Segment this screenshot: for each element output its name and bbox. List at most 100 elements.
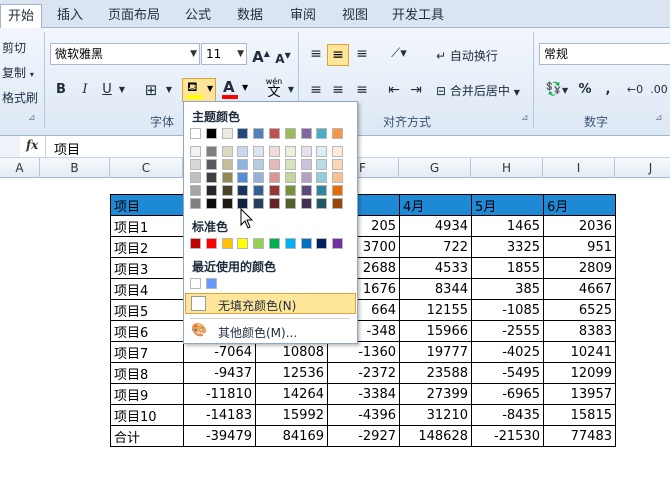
theme-shade-swatch[interactable] xyxy=(284,159,296,170)
table-cell[interactable]: -7064 xyxy=(183,341,256,363)
table-cell[interactable]: -14183 xyxy=(183,404,256,426)
theme-shade-swatch[interactable] xyxy=(190,198,201,209)
table-cell[interactable]: 15966 xyxy=(399,320,472,342)
table-cell[interactable]: 10241 xyxy=(543,341,616,363)
theme-color-swatch[interactable] xyxy=(269,128,280,139)
theme-shade-swatch[interactable] xyxy=(316,159,328,170)
theme-shade-swatch[interactable] xyxy=(253,159,265,170)
theme-shade-swatch[interactable] xyxy=(300,159,312,170)
table-cell[interactable]: 项目1 xyxy=(110,215,184,237)
format-painter-button[interactable]: 格式刷 xyxy=(2,89,38,106)
table-cell[interactable]: 项目6 xyxy=(110,320,184,342)
table-cell[interactable]: 8344 xyxy=(399,278,472,300)
table-cell[interactable]: 77483 xyxy=(543,425,616,447)
increase-decimal-button[interactable]: ←0 xyxy=(624,79,646,101)
table-cell[interactable]: 14264 xyxy=(255,383,328,405)
table-cell[interactable]: -2927 xyxy=(327,425,400,447)
standard-color-swatch[interactable] xyxy=(221,238,233,249)
table-cell[interactable]: 12536 xyxy=(255,362,328,384)
table-cell[interactable]: 4533 xyxy=(399,257,472,279)
theme-shade-swatch[interactable] xyxy=(190,146,201,157)
table-cell[interactable]: 148628 xyxy=(399,425,472,447)
theme-shade-swatch[interactable] xyxy=(269,198,280,209)
header-cell[interactable]: 5月 xyxy=(471,194,544,216)
table-cell[interactable]: 1855 xyxy=(471,257,544,279)
tab-data[interactable]: 数据 xyxy=(228,4,272,28)
table-cell[interactable]: 3325 xyxy=(471,236,544,258)
dialog-launcher-icon[interactable]: ⊿ xyxy=(521,113,529,123)
theme-shade-swatch[interactable] xyxy=(237,159,249,170)
theme-shade-swatch[interactable] xyxy=(190,159,201,170)
fill-color-button[interactable]: ⛾ ▼ xyxy=(182,78,216,102)
table-cell[interactable]: 项目9 xyxy=(110,383,184,405)
borders-button[interactable]: ⊞ xyxy=(140,79,162,101)
theme-shade-swatch[interactable] xyxy=(332,159,344,170)
column-header[interactable]: G xyxy=(399,158,471,178)
table-cell[interactable]: -5495 xyxy=(471,362,544,384)
theme-shade-swatch[interactable] xyxy=(269,146,280,157)
column-header[interactable]: J xyxy=(615,158,670,178)
theme-shade-swatch[interactable] xyxy=(221,172,233,183)
theme-color-swatch[interactable] xyxy=(205,128,217,139)
theme-shade-swatch[interactable] xyxy=(205,172,217,183)
table-cell[interactable]: -8435 xyxy=(471,404,544,426)
theme-shade-swatch[interactable] xyxy=(316,198,328,209)
chevron-down-icon[interactable]: ▼ xyxy=(117,79,127,101)
table-cell[interactable]: 项目10 xyxy=(110,404,184,426)
theme-shade-swatch[interactable] xyxy=(269,159,280,170)
table-cell[interactable]: 1465 xyxy=(471,215,544,237)
standard-color-swatch[interactable] xyxy=(300,238,312,249)
recent-color-swatch[interactable] xyxy=(205,278,217,289)
column-header[interactable]: C xyxy=(110,158,183,178)
theme-shade-swatch[interactable] xyxy=(316,185,328,196)
standard-color-swatch[interactable] xyxy=(237,238,249,249)
table-cell[interactable]: 19777 xyxy=(399,341,472,363)
orientation-button[interactable]: ⟋▾ xyxy=(384,43,414,65)
merge-center-button[interactable]: ⊟ 合并后居中 ▼ xyxy=(436,82,520,99)
table-cell[interactable]: -4396 xyxy=(327,404,400,426)
theme-color-swatch[interactable] xyxy=(253,128,265,139)
table-cell[interactable]: -1085 xyxy=(471,299,544,321)
decrease-indent-button[interactable]: ⇤ xyxy=(384,79,404,101)
table-cell[interactable]: 4934 xyxy=(399,215,472,237)
chevron-down-icon[interactable]: ▼ xyxy=(164,79,174,101)
dialog-launcher-icon[interactable]: ⊿ xyxy=(655,113,663,123)
theme-shade-swatch[interactable] xyxy=(221,146,233,157)
theme-shade-swatch[interactable] xyxy=(205,146,217,157)
grow-font-button[interactable]: A▲ xyxy=(252,43,270,66)
theme-color-swatch[interactable] xyxy=(221,128,233,139)
table-cell[interactable]: 项目8 xyxy=(110,362,184,384)
underline-button[interactable]: U xyxy=(98,79,116,101)
standard-color-swatch[interactable] xyxy=(269,238,280,249)
theme-color-swatch[interactable] xyxy=(316,128,328,139)
theme-shade-swatch[interactable] xyxy=(269,185,280,196)
table-cell[interactable]: -21530 xyxy=(471,425,544,447)
header-cell[interactable]: 4月 xyxy=(399,194,472,216)
table-cell[interactable]: 385 xyxy=(471,278,544,300)
standard-color-swatch[interactable] xyxy=(284,238,296,249)
header-cell[interactable]: 6月 xyxy=(543,194,616,216)
table-cell[interactable]: 12155 xyxy=(399,299,472,321)
theme-shade-swatch[interactable] xyxy=(332,185,344,196)
currency-button[interactable]: 💱▼ xyxy=(541,79,573,101)
theme-shade-swatch[interactable] xyxy=(253,172,265,183)
table-cell[interactable]: 15815 xyxy=(543,404,616,426)
tab-developer[interactable]: 开发工具 xyxy=(387,4,449,28)
theme-shade-swatch[interactable] xyxy=(237,185,249,196)
tab-insert[interactable]: 插入 xyxy=(46,4,94,28)
theme-shade-swatch[interactable] xyxy=(205,185,217,196)
font-size-select[interactable]: 11 ▼ xyxy=(201,43,247,65)
table-cell[interactable]: 722 xyxy=(399,236,472,258)
theme-shade-swatch[interactable] xyxy=(284,198,296,209)
shrink-font-button[interactable]: A▼ xyxy=(274,45,292,67)
align-bottom-button[interactable]: ≡ xyxy=(352,43,372,65)
table-cell[interactable]: -39479 xyxy=(183,425,256,447)
recent-color-swatch[interactable] xyxy=(190,278,201,289)
theme-shade-swatch[interactable] xyxy=(190,185,201,196)
theme-shade-swatch[interactable] xyxy=(300,198,312,209)
phonetic-button[interactable]: wén 文 xyxy=(262,78,286,102)
chevron-down-icon[interactable]: ▼ xyxy=(286,79,296,101)
tab-page-layout[interactable]: 页面布局 xyxy=(102,4,166,28)
wrap-text-button[interactable]: ↵ 自动换行 xyxy=(436,47,498,64)
table-cell[interactable]: 合计 xyxy=(110,425,184,447)
